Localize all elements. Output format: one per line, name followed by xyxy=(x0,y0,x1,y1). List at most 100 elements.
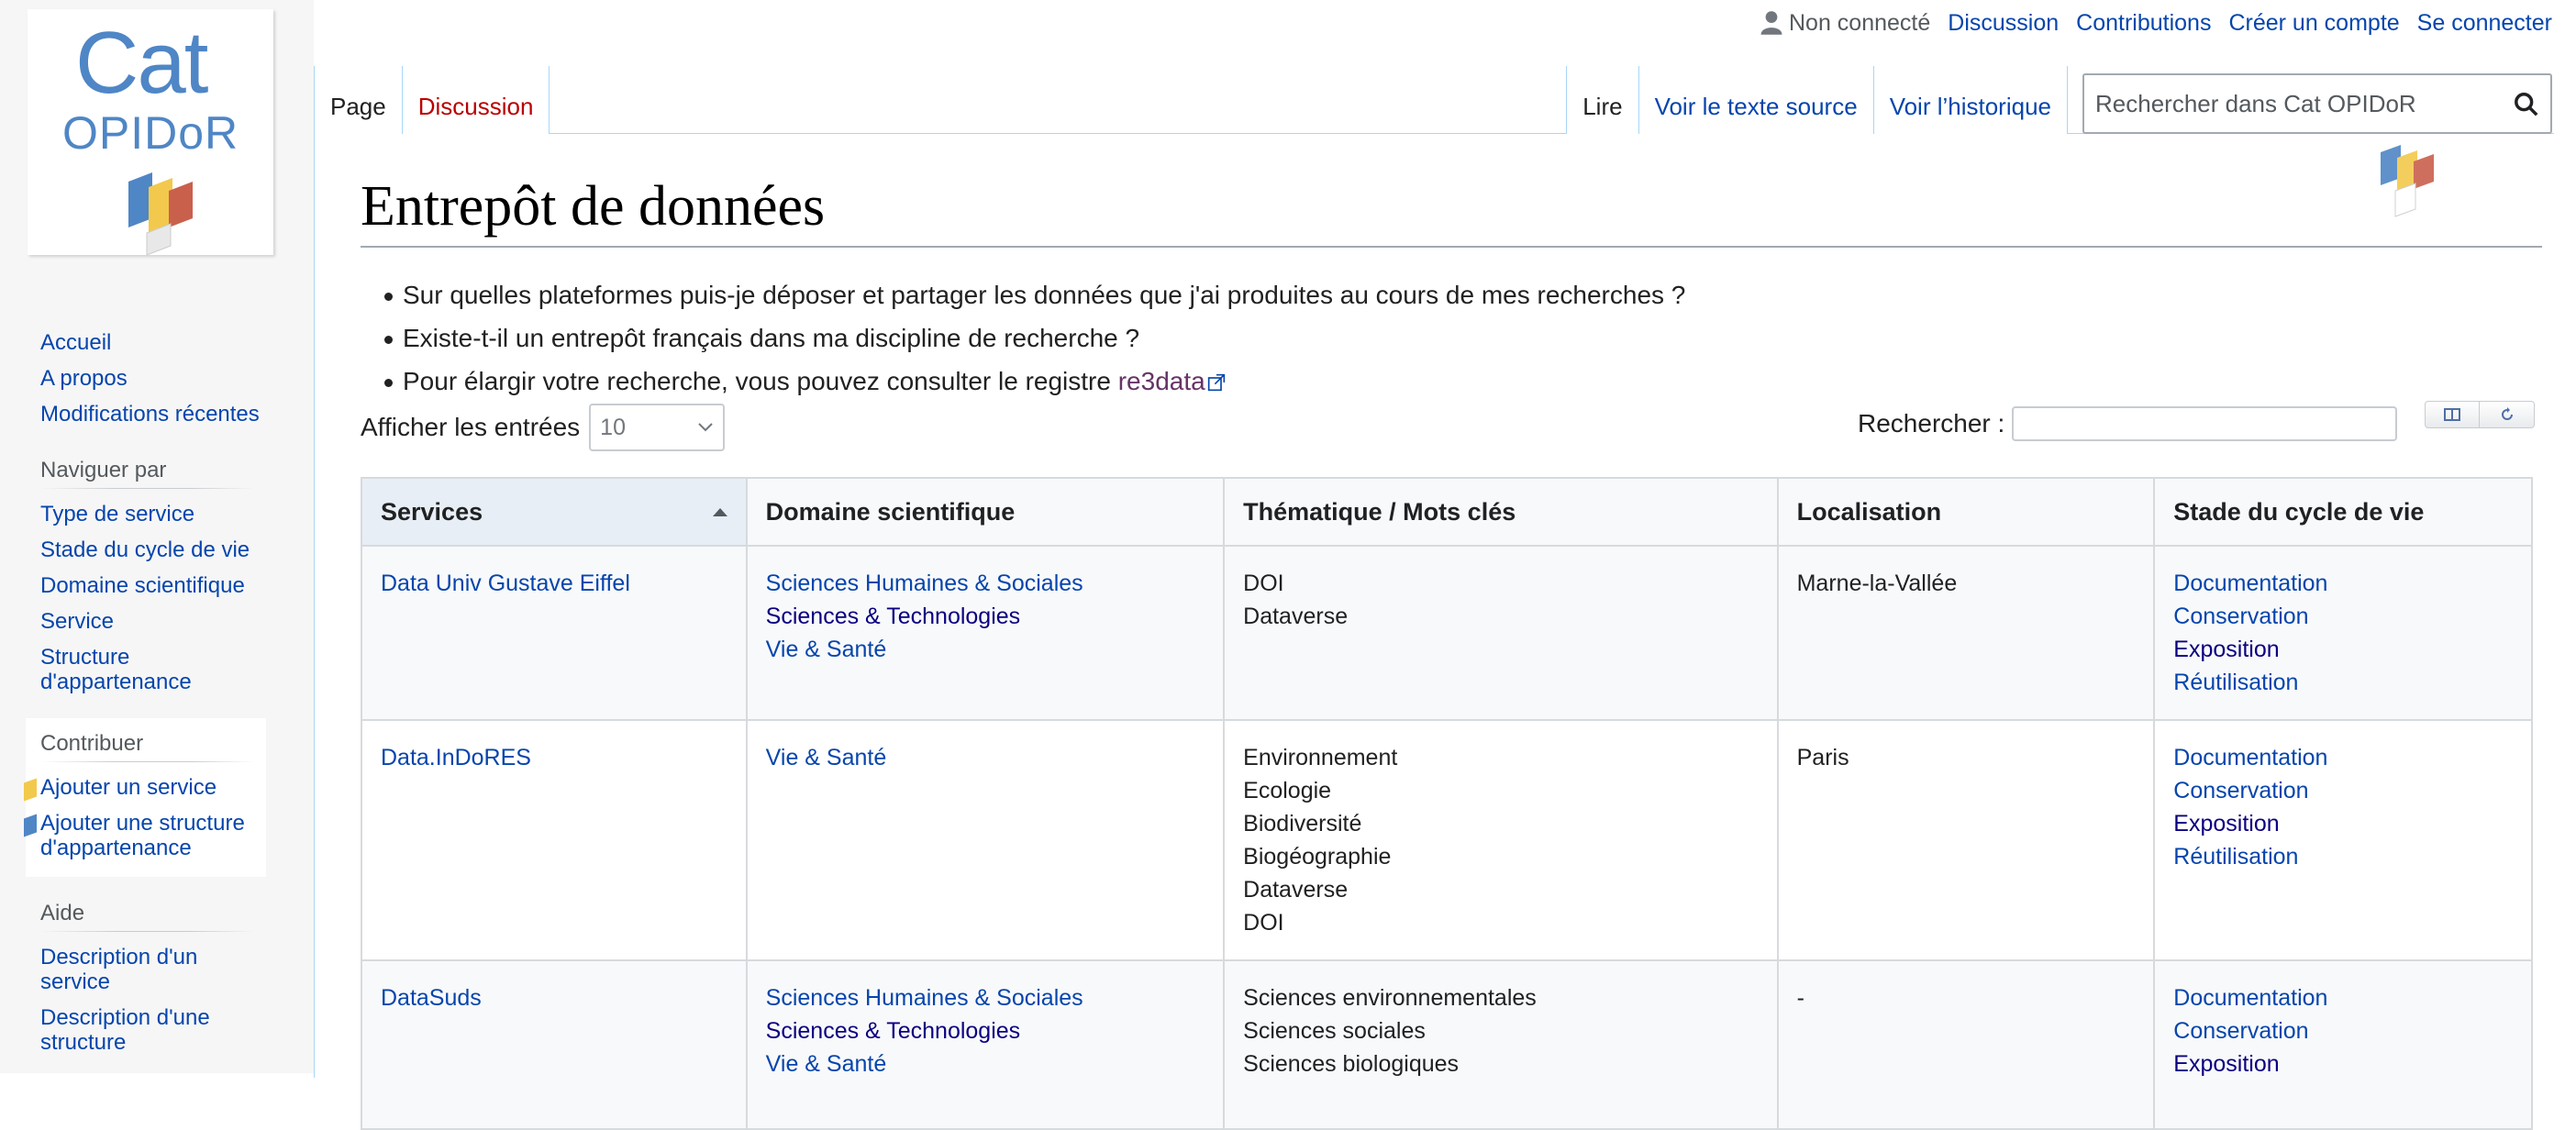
search-placeholder: Rechercher dans Cat OPIDoR xyxy=(2095,89,2416,117)
entries-length-value: 10 xyxy=(600,414,626,440)
sidebar-item-structure[interactable]: Structure d'appartenance xyxy=(40,645,192,694)
logo-text-cat: Cat xyxy=(75,14,208,112)
domaine-link[interactable]: Sciences & Technologies xyxy=(766,600,1205,633)
intro-item: Pour élargir votre recherche, vous pouve… xyxy=(384,360,1685,403)
column-header-domaine[interactable]: Domaine scientifique xyxy=(745,477,1226,547)
service-link[interactable]: Data.InDoRES xyxy=(381,741,727,774)
keyword: Biogéographie xyxy=(1243,844,1392,870)
sidebar-help: Aide Description d'un service Descriptio… xyxy=(0,901,314,1055)
cell-localisation: Marne-la-Vallée xyxy=(1776,545,2156,721)
re3data-link[interactable]: re3data xyxy=(1118,367,1205,395)
stade-link[interactable]: Réutilisation xyxy=(2173,840,2513,873)
refresh-button[interactable] xyxy=(2480,401,2535,428)
column-header-localisation[interactable]: Localisation xyxy=(1776,477,2156,547)
stade-link[interactable]: Conservation xyxy=(2173,600,2513,633)
column-header-label: Services xyxy=(381,497,483,526)
entries-length-select[interactable]: 10 xyxy=(589,404,726,451)
personal-tools: Non connecté Discussion Contributions Cr… xyxy=(1760,7,2552,39)
table-filter: Rechercher : xyxy=(1858,406,2398,441)
cell-stade: Documentation Conservation Exposition xyxy=(2153,959,2533,1130)
domaine-link[interactable]: Vie & Santé xyxy=(766,1047,1205,1080)
services-table: Services Domaine scientifique Thématique… xyxy=(361,477,2533,1130)
location: - xyxy=(1796,985,1804,1011)
help-service-link[interactable]: Description d'un service xyxy=(40,945,197,994)
export-button[interactable] xyxy=(2425,401,2480,428)
tab-voir-source[interactable]: Voir le texte source xyxy=(1638,66,1874,134)
sidebar: Accueil A propos Modifications récentes … xyxy=(0,266,314,1079)
stade-link[interactable]: Documentation xyxy=(2173,567,2513,600)
table-row: Data Univ Gustave Eiffel Sciences Humain… xyxy=(361,545,2533,721)
user-icon xyxy=(1760,11,1782,35)
stade-link[interactable]: Documentation xyxy=(2173,741,2513,774)
cell-localisation: Paris xyxy=(1776,719,2156,961)
contributions-link[interactable]: Contributions xyxy=(2076,10,2211,37)
refresh-icon xyxy=(2501,407,2513,420)
stade-link[interactable]: Exposition xyxy=(2173,807,2513,840)
tab-voir-historique[interactable]: Voir l’historique xyxy=(1873,66,2068,134)
search-input[interactable]: Rechercher dans Cat OPIDoR xyxy=(2082,73,2552,134)
sidebar-item-modifications-recentes[interactable]: Modifications récentes xyxy=(40,402,260,427)
stade-link[interactable]: Exposition xyxy=(2173,633,2513,666)
cell-domaine: Sciences Humaines & Sociales Sciences & … xyxy=(745,959,1226,1130)
keyword: Sciences environnementales xyxy=(1243,985,1537,1011)
service-link[interactable]: Data Univ Gustave Eiffel xyxy=(381,567,727,600)
user-talk-link[interactable]: Discussion xyxy=(1948,10,2059,37)
domaine-link[interactable]: Vie & Santé xyxy=(766,741,1205,774)
sidebar-item-type-de-service[interactable]: Type de service xyxy=(40,502,194,526)
column-header-services[interactable]: Services xyxy=(361,477,748,547)
intro-list: Sur quelles plateformes puis-je déposer … xyxy=(384,273,1685,403)
sort-ascending-icon xyxy=(712,508,727,516)
intro-item: Sur quelles plateformes puis-je déposer … xyxy=(384,273,1685,316)
login-link[interactable]: Se connecter xyxy=(2417,10,2552,37)
keyword: Dataverse xyxy=(1243,877,1349,903)
cell-service: DataSuds xyxy=(361,959,748,1130)
sidebar-browse-heading: Naviguer par xyxy=(40,458,255,489)
user-status: Non connecté xyxy=(1760,10,1930,37)
service-link[interactable]: DataSuds xyxy=(381,981,727,1014)
table-filter-label: Rechercher : xyxy=(1858,409,2005,438)
table-row: Data.InDoRES Vie & Santé Environnement E… xyxy=(361,719,2533,961)
intro-item-text: Pour élargir votre recherche, vous pouve… xyxy=(403,367,1118,395)
cell-mots-cles: Environnement Ecologie Biodiversité Biog… xyxy=(1223,719,1779,961)
keyword: DOI xyxy=(1243,910,1284,936)
domaine-link[interactable]: Sciences Humaines & Sociales xyxy=(766,567,1205,600)
stade-link[interactable]: Exposition xyxy=(2173,1047,2513,1080)
stade-link[interactable]: Documentation xyxy=(2173,981,2513,1014)
keyword: Sciences sociales xyxy=(1243,1018,1426,1044)
cell-domaine: Sciences Humaines & Sociales Sciences & … xyxy=(745,545,1226,721)
table-filter-input[interactable] xyxy=(2012,406,2398,441)
location: Paris xyxy=(1796,745,1849,770)
namespace-tabs: Page Discussion xyxy=(314,66,550,134)
column-header-stade[interactable]: Stade du cycle de vie xyxy=(2153,477,2533,547)
column-header-thematique[interactable]: Thématique / Mots clés xyxy=(1223,477,1779,547)
keyword: Ecologie xyxy=(1243,778,1332,803)
stade-link[interactable]: Réutilisation xyxy=(2173,666,2513,699)
add-service-link[interactable]: Ajouter un service xyxy=(40,775,217,800)
logo-blocks-icon xyxy=(128,172,193,255)
tab-page[interactable]: Page xyxy=(314,66,403,134)
cell-stade: Documentation Conservation Exposition Ré… xyxy=(2153,719,2533,961)
sidebar-item-service[interactable]: Service xyxy=(40,609,114,634)
sidebar-item-accueil[interactable]: Accueil xyxy=(40,330,111,355)
cell-service: Data Univ Gustave Eiffel xyxy=(361,545,748,721)
create-account-link[interactable]: Créer un compte xyxy=(2228,10,2399,37)
keyword: Biodiversité xyxy=(1243,811,1362,836)
sidebar-browse: Naviguer par Type de service Stade du cy… xyxy=(0,458,314,694)
tab-lire[interactable]: Lire xyxy=(1566,66,1639,134)
domaine-link[interactable]: Sciences & Technologies xyxy=(766,1014,1205,1047)
site-logo[interactable]: Cat OPIDoR xyxy=(28,9,273,255)
domaine-link[interactable]: Sciences Humaines & Sociales xyxy=(766,981,1205,1014)
domaine-link[interactable]: Vie & Santé xyxy=(766,633,1205,666)
add-structure-link[interactable]: Ajouter une structure d'appartenance xyxy=(40,811,245,860)
sidebar-item-domaine-scientifique[interactable]: Domaine scientifique xyxy=(40,573,245,598)
stade-link[interactable]: Conservation xyxy=(2173,1014,2513,1047)
cell-mots-cles: Sciences environnementales Sciences soci… xyxy=(1223,959,1779,1130)
cell-stade: Documentation Conservation Exposition Ré… xyxy=(2153,545,2533,721)
tab-discussion[interactable]: Discussion xyxy=(402,66,550,134)
sidebar-item-a-propos[interactable]: A propos xyxy=(40,366,128,391)
help-structure-link[interactable]: Description d'une structure xyxy=(40,1005,210,1055)
sidebar-item-stade-du-cycle[interactable]: Stade du cycle de vie xyxy=(40,537,250,562)
stade-link[interactable]: Conservation xyxy=(2173,774,2513,807)
sidebar-help-heading: Aide xyxy=(40,901,255,932)
search-icon[interactable] xyxy=(2514,92,2539,117)
